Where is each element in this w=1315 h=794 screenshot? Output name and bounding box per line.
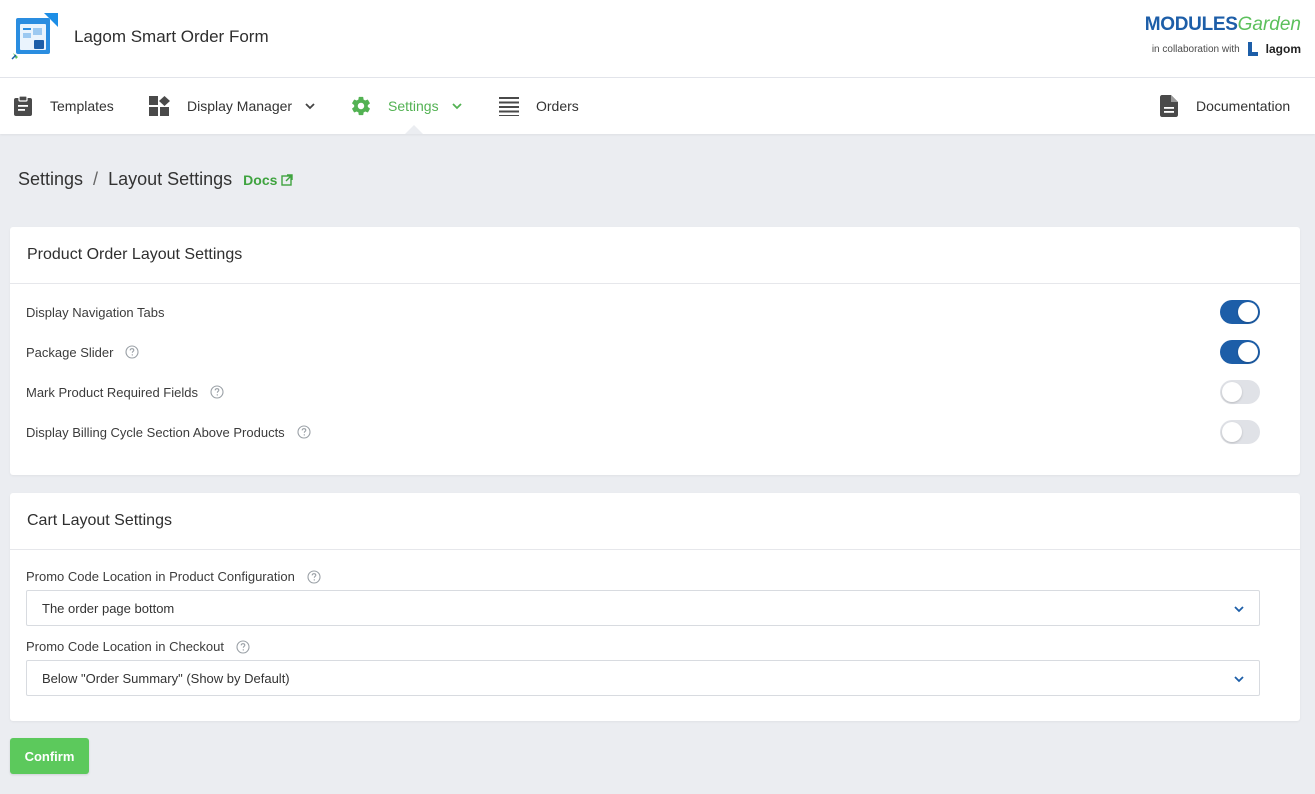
external-link-icon [281, 173, 294, 186]
docs-link[interactable]: Docs [243, 171, 294, 188]
field-label-text: Promo Code Location in Checkout [26, 639, 225, 654]
promo-checkout-label: Promo Code Location in Checkout [26, 639, 250, 654]
breadcrumb: Settings / Layout Settings Docs [18, 169, 294, 190]
chevron-down-icon [305, 103, 315, 110]
chevron-down-icon [451, 103, 462, 110]
promo-checkout-select[interactable]: Below "Order Summary" (Show by Default) [26, 660, 1260, 696]
setting-label: Package Slider [26, 344, 114, 360]
setting-label: Mark Product Required Fields [26, 384, 198, 400]
partner-name: lagom [1265, 42, 1301, 56]
main-nav: Templates Display Manager Settings Order… [0, 78, 1315, 134]
setting-row-mark-required: Mark Product Required Fields [26, 380, 1260, 404]
promo-product-config-select[interactable]: The order page bottom [26, 590, 1260, 626]
lagom-logo-icon [1247, 42, 1258, 56]
setting-label: Display Navigation Tabs [26, 304, 165, 320]
list-lines-icon [498, 95, 520, 117]
help-icon[interactable] [297, 425, 311, 439]
active-nav-indicator [405, 125, 423, 134]
page-title: Layout Settings [108, 169, 233, 189]
nav-item-orders[interactable]: Orders [498, 78, 579, 134]
setting-row-billing-cycle: Display Billing Cycle Section Above Prod… [26, 420, 1260, 444]
nav-label-display-manager: Display Manager [187, 98, 293, 114]
breadcrumb-parent[interactable]: Settings [18, 169, 83, 190]
clipboard-icon [12, 95, 34, 117]
app-header: Lagom Smart Order Form MODULESGarden in … [0, 0, 1315, 78]
app-title: Lagom Smart Order Form [74, 27, 269, 46]
cart-layout-card: Cart Layout Settings Promo Code Location… [10, 493, 1300, 721]
toggle-knob [1222, 422, 1242, 442]
gear-icon [350, 95, 372, 117]
nav-item-display-manager[interactable]: Display Manager [149, 78, 316, 134]
chevron-down-icon [1234, 606, 1244, 613]
nav-label-templates: Templates [50, 98, 114, 114]
nav-label-documentation: Documentation [1196, 98, 1291, 114]
billing-cycle-toggle[interactable] [1220, 420, 1260, 444]
select-value: Below "Order Summary" (Show by Default) [42, 670, 290, 686]
brand-logo: MODULESGarden in collaboration with lago… [1145, 14, 1301, 60]
field-label-text: Promo Code Location in Product Configura… [26, 569, 295, 584]
docs-label: Docs [243, 171, 278, 188]
confirm-button[interactable]: Confirm [10, 738, 89, 774]
app-logo-icon [11, 13, 58, 60]
breadcrumb-separator: / [93, 169, 99, 189]
toggle-knob [1238, 302, 1258, 322]
promo-product-config-label: Promo Code Location in Product Configura… [26, 569, 321, 584]
nav-item-documentation[interactable]: Documentation [1158, 78, 1290, 134]
navigation-tabs-toggle[interactable] [1220, 300, 1260, 324]
brand-collab-text: in collaboration with [1151, 43, 1240, 55]
nav-item-templates[interactable]: Templates [12, 78, 114, 134]
chevron-down-icon [1234, 676, 1244, 683]
help-icon[interactable] [210, 385, 224, 399]
toggle-knob [1238, 342, 1258, 362]
setting-label: Display Billing Cycle Section Above Prod… [26, 424, 285, 440]
nav-label-settings: Settings [388, 98, 439, 114]
help-icon[interactable] [307, 569, 321, 584]
product-layout-card: Product Order Layout Settings Display Na… [10, 227, 1300, 475]
mark-required-toggle[interactable] [1220, 380, 1260, 404]
setting-row-navigation-tabs: Display Navigation Tabs [26, 300, 1260, 324]
brand-name-part2: Garden [1237, 14, 1301, 35]
help-icon[interactable] [125, 345, 140, 359]
brand-name-part1: MODULES [1144, 14, 1238, 35]
select-value: The order page bottom [42, 600, 175, 616]
cart-layout-title: Cart Layout Settings [10, 493, 1300, 550]
dashboard-blocks-icon [149, 95, 171, 117]
setting-row-package-slider: Package Slider [26, 340, 1260, 364]
help-icon[interactable] [236, 639, 250, 654]
toggle-knob [1222, 382, 1242, 402]
product-layout-title: Product Order Layout Settings [10, 227, 1300, 284]
package-slider-toggle[interactable] [1220, 340, 1260, 364]
nav-label-orders: Orders [536, 98, 579, 114]
document-icon [1158, 95, 1180, 117]
